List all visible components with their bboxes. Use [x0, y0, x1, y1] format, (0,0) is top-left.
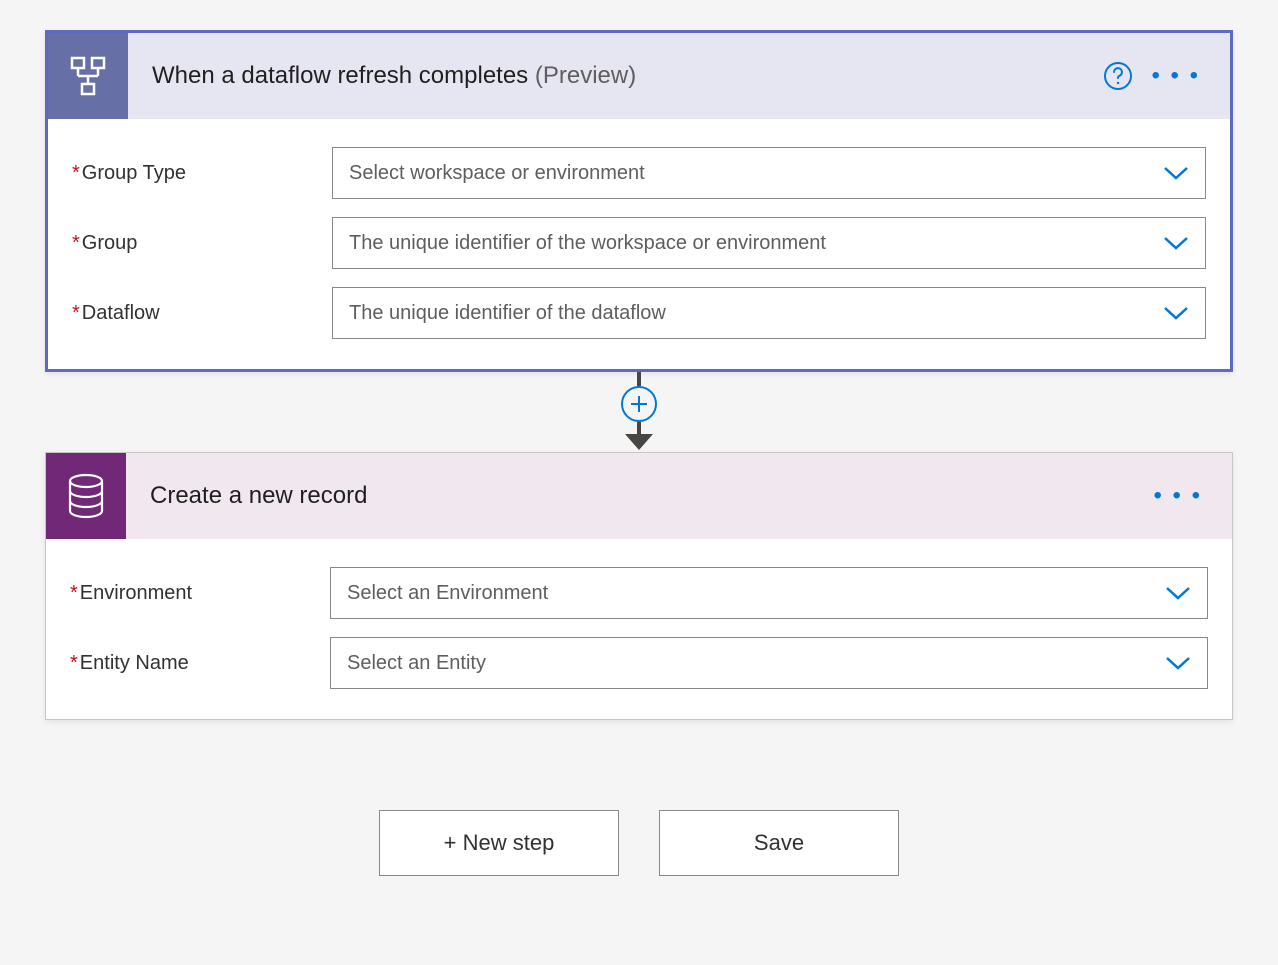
more-icon[interactable]: • • •	[1143, 491, 1212, 501]
dataflow-icon	[48, 33, 128, 119]
action-title: Create a new record	[126, 482, 1143, 510]
label-dataflow: *Dataflow	[72, 302, 332, 325]
footer-buttons: + New step Save	[45, 810, 1233, 876]
help-button[interactable]	[1095, 53, 1141, 99]
label-group: *Group	[72, 232, 332, 255]
trigger-header[interactable]: When a dataflow refresh completes (Previ…	[48, 33, 1230, 119]
label-group-type: *Group Type	[72, 162, 332, 185]
placeholder-group-type: Select workspace or environment	[349, 162, 1163, 185]
chevron-down-icon	[1165, 655, 1191, 671]
select-environment[interactable]: Select an Environment	[330, 567, 1208, 619]
preview-tag: (Preview)	[535, 62, 636, 89]
select-entity-name[interactable]: Select an Entity	[330, 637, 1208, 689]
action-body: *Environment Select an Environment *Enti…	[46, 539, 1232, 719]
step-connector	[45, 372, 1233, 452]
chevron-down-icon	[1163, 235, 1189, 251]
placeholder-group: The unique identifier of the workspace o…	[349, 232, 1163, 255]
action-card: Create a new record • • • *Environment S…	[45, 452, 1233, 720]
label-environment: *Environment	[70, 582, 330, 605]
trigger-title: When a dataflow refresh completes (Previ…	[128, 62, 1095, 90]
chevron-down-icon	[1163, 165, 1189, 181]
trigger-body: *Group Type Select workspace or environm…	[48, 119, 1230, 369]
new-step-button[interactable]: + New step	[379, 810, 619, 876]
save-button[interactable]: Save	[659, 810, 899, 876]
arrow-down-icon	[625, 434, 653, 450]
select-group-type[interactable]: Select workspace or environment	[332, 147, 1206, 199]
field-dataflow: *Dataflow The unique identifier of the d…	[72, 287, 1206, 339]
chevron-down-icon	[1165, 585, 1191, 601]
add-step-button[interactable]	[621, 386, 657, 422]
select-group[interactable]: The unique identifier of the workspace o…	[332, 217, 1206, 269]
field-group-type: *Group Type Select workspace or environm…	[72, 147, 1206, 199]
chevron-down-icon	[1163, 305, 1189, 321]
placeholder-environment: Select an Environment	[347, 582, 1165, 605]
field-entity-name: *Entity Name Select an Entity	[70, 637, 1208, 689]
action-header[interactable]: Create a new record • • •	[46, 453, 1232, 539]
trigger-card: When a dataflow refresh completes (Previ…	[45, 30, 1233, 372]
field-group: *Group The unique identifier of the work…	[72, 217, 1206, 269]
placeholder-dataflow: The unique identifier of the dataflow	[349, 302, 1163, 325]
more-icon[interactable]: • • •	[1141, 71, 1210, 81]
field-environment: *Environment Select an Environment	[70, 567, 1208, 619]
database-icon	[46, 453, 126, 539]
select-dataflow[interactable]: The unique identifier of the dataflow	[332, 287, 1206, 339]
label-entity-name: *Entity Name	[70, 652, 330, 675]
placeholder-entity-name: Select an Entity	[347, 652, 1165, 675]
